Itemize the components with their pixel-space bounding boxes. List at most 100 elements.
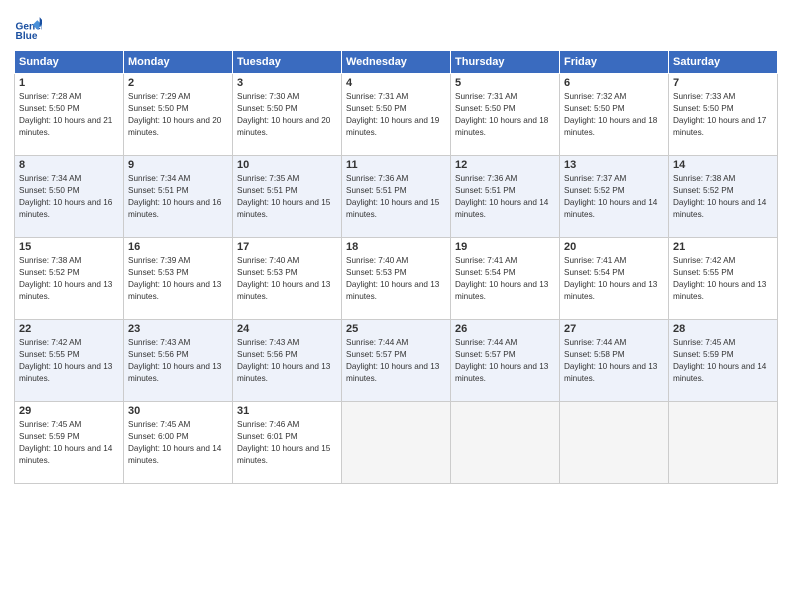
day-info: Sunrise: 7:28 AMSunset: 5:50 PMDaylight:…: [19, 91, 119, 139]
day-info: Sunrise: 7:41 AMSunset: 5:54 PMDaylight:…: [455, 255, 555, 303]
calendar-week-row: 22 Sunrise: 7:42 AMSunset: 5:55 PMDayligh…: [15, 320, 778, 402]
day-number: 9: [128, 159, 228, 171]
calendar-cell: 9 Sunrise: 7:34 AMSunset: 5:51 PMDaylight…: [124, 156, 233, 238]
day-number: 13: [564, 159, 664, 171]
day-number: 27: [564, 323, 664, 335]
day-number: 28: [673, 323, 773, 335]
weekday-header: Thursday: [451, 51, 560, 74]
weekday-header: Sunday: [15, 51, 124, 74]
calendar-week-row: 29 Sunrise: 7:45 AMSunset: 5:59 PMDayligh…: [15, 402, 778, 484]
calendar-cell: 21Sunrise: 7:42 AMSunset: 5:55 PMDayligh…: [669, 238, 778, 320]
weekday-header: Tuesday: [233, 51, 342, 74]
day-number: 1: [19, 77, 119, 89]
calendar-cell: 4 Sunrise: 7:31 AMSunset: 5:50 PMDaylight…: [342, 74, 451, 156]
calendar-cell: 22 Sunrise: 7:42 AMSunset: 5:55 PMDayligh…: [15, 320, 124, 402]
day-info: Sunrise: 7:40 AMSunset: 5:53 PMDaylight:…: [346, 255, 446, 303]
day-info: Sunrise: 7:33 AMSunset: 5:50 PMDaylight:…: [673, 91, 773, 139]
day-info: Sunrise: 7:45 AMSunset: 5:59 PMDaylight:…: [19, 419, 119, 467]
calendar-table: SundayMondayTuesdayWednesdayThursdayFrid…: [14, 50, 778, 484]
calendar-header-row: SundayMondayTuesdayWednesdayThursdayFrid…: [15, 51, 778, 74]
day-info: Sunrise: 7:42 AMSunset: 5:55 PMDaylight:…: [19, 337, 119, 385]
calendar-cell: 5Sunrise: 7:31 AMSunset: 5:50 PMDaylight…: [451, 74, 560, 156]
calendar-cell: 2Sunrise: 7:29 AMSunset: 5:50 PMDaylight…: [124, 74, 233, 156]
calendar-cell: 29 Sunrise: 7:45 AMSunset: 5:59 PMDayligh…: [15, 402, 124, 484]
calendar-cell: 14 Sunrise: 7:38 AMSunset: 5:52 PMDayligh…: [669, 156, 778, 238]
calendar-cell: 17 Sunrise: 7:40 AMSunset: 5:53 PMDayligh…: [233, 238, 342, 320]
calendar-cell: 16 Sunrise: 7:39 AMSunset: 5:53 PMDayligh…: [124, 238, 233, 320]
day-info: Sunrise: 7:31 AMSunset: 5:50 PMDaylight:…: [455, 91, 555, 139]
day-info: Sunrise: 7:36 AMSunset: 5:51 PMDaylight:…: [346, 173, 446, 221]
calendar-cell: 25 Sunrise: 7:44 AMSunset: 5:57 PMDayligh…: [342, 320, 451, 402]
calendar-cell: 13 Sunrise: 7:37 AMSunset: 5:52 PMDayligh…: [560, 156, 669, 238]
logo: General Blue: [14, 14, 42, 42]
calendar-cell: 28 Sunrise: 7:45 AMSunset: 5:59 PMDayligh…: [669, 320, 778, 402]
day-number: 30: [128, 405, 228, 417]
calendar-cell: [669, 402, 778, 484]
day-number: 6: [564, 77, 664, 89]
day-info: Sunrise: 7:41 AMSunset: 5:54 PMDaylight:…: [564, 255, 664, 303]
calendar-cell: 31Sunrise: 7:46 AMSunset: 6:01 PMDayligh…: [233, 402, 342, 484]
day-number: 3: [237, 77, 337, 89]
day-number: 18: [346, 241, 446, 253]
day-number: 16: [128, 241, 228, 253]
calendar-cell: 15Sunrise: 7:38 AMSunset: 5:52 PMDayligh…: [15, 238, 124, 320]
day-number: 10: [237, 159, 337, 171]
day-info: Sunrise: 7:37 AMSunset: 5:52 PMDaylight:…: [564, 173, 664, 221]
day-info: Sunrise: 7:45 AMSunset: 6:00 PMDaylight:…: [128, 419, 228, 467]
day-info: Sunrise: 7:31 AMSunset: 5:50 PMDaylight:…: [346, 91, 446, 139]
day-info: Sunrise: 7:34 AMSunset: 5:50 PMDaylight:…: [19, 173, 119, 221]
day-info: Sunrise: 7:29 AMSunset: 5:50 PMDaylight:…: [128, 91, 228, 139]
day-info: Sunrise: 7:43 AMSunset: 5:56 PMDaylight:…: [128, 337, 228, 385]
day-number: 25: [346, 323, 446, 335]
day-number: 23: [128, 323, 228, 335]
day-number: 21: [673, 241, 773, 253]
day-info: Sunrise: 7:44 AMSunset: 5:58 PMDaylight:…: [564, 337, 664, 385]
day-number: 22: [19, 323, 119, 335]
day-info: Sunrise: 7:38 AMSunset: 5:52 PMDaylight:…: [19, 255, 119, 303]
weekday-header: Saturday: [669, 51, 778, 74]
calendar-cell: 12 Sunrise: 7:36 AMSunset: 5:51 PMDayligh…: [451, 156, 560, 238]
day-number: 7: [673, 77, 773, 89]
day-number: 14: [673, 159, 773, 171]
day-number: 24: [237, 323, 337, 335]
calendar-cell: 8 Sunrise: 7:34 AMSunset: 5:50 PMDaylight…: [15, 156, 124, 238]
day-number: 17: [237, 241, 337, 253]
calendar-cell: [342, 402, 451, 484]
calendar-cell: 26 Sunrise: 7:44 AMSunset: 5:57 PMDayligh…: [451, 320, 560, 402]
calendar-week-row: 8 Sunrise: 7:34 AMSunset: 5:50 PMDaylight…: [15, 156, 778, 238]
calendar-cell: 11 Sunrise: 7:36 AMSunset: 5:51 PMDayligh…: [342, 156, 451, 238]
day-info: Sunrise: 7:46 AMSunset: 6:01 PMDaylight:…: [237, 419, 337, 467]
day-number: 4: [346, 77, 446, 89]
day-number: 20: [564, 241, 664, 253]
day-info: Sunrise: 7:45 AMSunset: 5:59 PMDaylight:…: [673, 337, 773, 385]
day-number: 26: [455, 323, 555, 335]
day-number: 29: [19, 405, 119, 417]
day-number: 8: [19, 159, 119, 171]
day-info: Sunrise: 7:34 AMSunset: 5:51 PMDaylight:…: [128, 173, 228, 221]
calendar-cell: 30 Sunrise: 7:45 AMSunset: 6:00 PMDayligh…: [124, 402, 233, 484]
day-number: 12: [455, 159, 555, 171]
day-number: 11: [346, 159, 446, 171]
weekday-header: Friday: [560, 51, 669, 74]
day-info: Sunrise: 7:39 AMSunset: 5:53 PMDaylight:…: [128, 255, 228, 303]
weekday-header: Wednesday: [342, 51, 451, 74]
calendar-cell: 19Sunrise: 7:41 AMSunset: 5:54 PMDayligh…: [451, 238, 560, 320]
day-info: Sunrise: 7:40 AMSunset: 5:53 PMDaylight:…: [237, 255, 337, 303]
day-info: Sunrise: 7:35 AMSunset: 5:51 PMDaylight:…: [237, 173, 337, 221]
day-info: Sunrise: 7:32 AMSunset: 5:50 PMDaylight:…: [564, 91, 664, 139]
calendar-cell: 24Sunrise: 7:43 AMSunset: 5:56 PMDayligh…: [233, 320, 342, 402]
calendar-week-row: 1 Sunrise: 7:28 AMSunset: 5:50 PMDaylight…: [15, 74, 778, 156]
day-info: Sunrise: 7:38 AMSunset: 5:52 PMDaylight:…: [673, 173, 773, 221]
calendar-cell: 18 Sunrise: 7:40 AMSunset: 5:53 PMDayligh…: [342, 238, 451, 320]
calendar-cell: 20 Sunrise: 7:41 AMSunset: 5:54 PMDayligh…: [560, 238, 669, 320]
day-info: Sunrise: 7:44 AMSunset: 5:57 PMDaylight:…: [346, 337, 446, 385]
logo-icon: General Blue: [14, 14, 42, 42]
calendar-week-row: 15Sunrise: 7:38 AMSunset: 5:52 PMDayligh…: [15, 238, 778, 320]
calendar-cell: 7 Sunrise: 7:33 AMSunset: 5:50 PMDaylight…: [669, 74, 778, 156]
day-info: Sunrise: 7:44 AMSunset: 5:57 PMDaylight:…: [455, 337, 555, 385]
page-container: General Blue SundayMondayTuesdayWednesda…: [0, 0, 792, 612]
svg-text:Blue: Blue: [16, 31, 38, 42]
calendar-cell: 27 Sunrise: 7:44 AMSunset: 5:58 PMDayligh…: [560, 320, 669, 402]
day-info: Sunrise: 7:36 AMSunset: 5:51 PMDaylight:…: [455, 173, 555, 221]
header: General Blue: [14, 14, 778, 42]
